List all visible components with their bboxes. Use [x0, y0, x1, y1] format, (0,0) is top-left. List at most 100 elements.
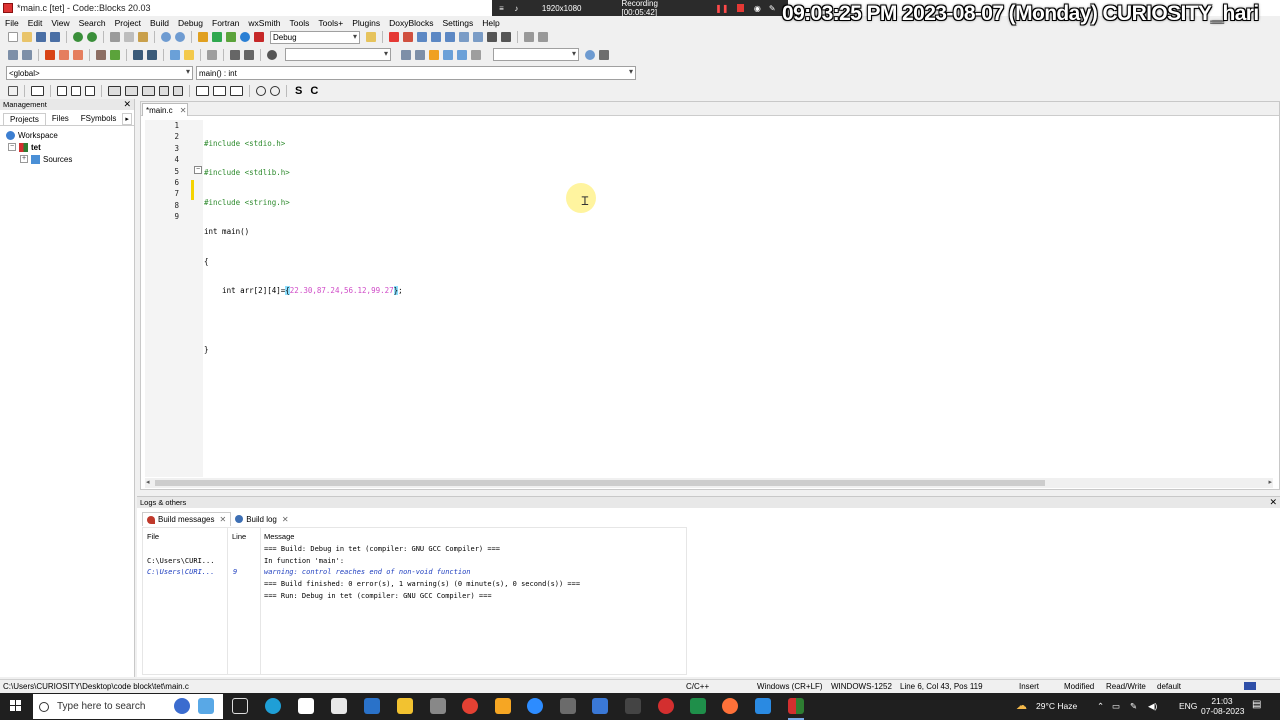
record-macro-icon[interactable]: [267, 49, 277, 60]
code-text[interactable]: #include <stdio.h> #include <stdlib.h> #…: [204, 120, 403, 403]
code-search-input[interactable]: [493, 48, 579, 61]
paste-icon[interactable]: [138, 32, 148, 42]
match-case-icon[interactable]: [457, 49, 467, 60]
tab-build-log[interactable]: Build log ✕: [231, 512, 292, 526]
cut-icon[interactable]: [110, 32, 120, 42]
step-into-icon[interactable]: [431, 32, 441, 42]
notification-icon[interactable]: ▤: [1252, 699, 1261, 710]
edge-icon[interactable]: [265, 698, 281, 714]
search-prev-icon[interactable]: [401, 49, 411, 60]
next-line-icon[interactable]: [417, 32, 427, 42]
tab-projects[interactable]: Projects: [3, 113, 46, 125]
build-icon[interactable]: [198, 32, 208, 42]
save-all-icon[interactable]: [50, 32, 60, 42]
replace-icon[interactable]: [175, 32, 185, 42]
menu-plugins[interactable]: Plugins: [352, 18, 380, 28]
camera-icon[interactable]: ◉: [754, 4, 761, 13]
menu-project[interactable]: Project: [115, 18, 141, 28]
align-c-icon[interactable]: [230, 85, 243, 96]
language-indicator[interactable]: ENG: [1179, 701, 1197, 711]
audio-icon[interactable]: ♪: [511, 4, 522, 13]
file-explorer-icon[interactable]: [397, 698, 413, 714]
fortran-icon[interactable]: [230, 49, 240, 60]
incremental-search-input[interactable]: [285, 48, 391, 61]
menu-build[interactable]: Build: [150, 18, 169, 28]
menu-file[interactable]: File: [5, 18, 19, 28]
close-tab-icon[interactable]: ✕: [282, 515, 289, 524]
build-run-icon[interactable]: [226, 32, 236, 42]
prev-bookmark-icon[interactable]: [59, 49, 69, 60]
table-row[interactable]: In function 'main':: [264, 557, 344, 565]
pen-app-icon[interactable]: [198, 698, 214, 714]
uncomment-icon[interactable]: [147, 49, 157, 60]
stop-icon[interactable]: [736, 4, 744, 12]
table-row[interactable]: warning: control reaches end of non-void…: [264, 568, 471, 576]
tab-scroll-icon[interactable]: ▸: [122, 113, 132, 125]
mail-icon[interactable]: [364, 698, 380, 714]
abort-icon[interactable]: [254, 32, 264, 42]
cortana-icon[interactable]: [174, 698, 190, 714]
symbol-tool-icon[interactable]: [207, 49, 217, 60]
menu-search[interactable]: Search: [79, 18, 106, 28]
various-info-icon[interactable]: [538, 32, 548, 42]
pointer-icon[interactable]: [8, 85, 18, 96]
xbox-icon[interactable]: [625, 698, 641, 714]
search-next-icon[interactable]: [415, 49, 425, 60]
open-file-icon[interactable]: [22, 32, 32, 42]
chrome-icon[interactable]: [462, 698, 478, 714]
run-to-cursor-icon[interactable]: [403, 32, 413, 42]
search-icon[interactable]: [585, 49, 595, 60]
menu-settings[interactable]: Settings: [443, 18, 474, 28]
editor-tab-main-c[interactable]: *main.c ✕: [142, 103, 188, 116]
scope-select[interactable]: <global>: [6, 66, 193, 80]
tree-item-sources[interactable]: + Sources: [0, 153, 134, 165]
volume-icon[interactable]: ◀): [1148, 701, 1157, 712]
layout-c-icon[interactable]: [142, 85, 155, 96]
close-tab-icon[interactable]: ✕: [219, 515, 226, 524]
zoom-out-icon[interactable]: [270, 85, 280, 96]
stop-debugger-icon[interactable]: [501, 32, 511, 42]
pen-icon[interactable]: ✎: [769, 4, 776, 13]
find-icon[interactable]: [161, 32, 171, 42]
align-a-icon[interactable]: [196, 85, 209, 96]
build-target-select[interactable]: Debug: [270, 30, 360, 44]
copy-icon[interactable]: [124, 32, 134, 42]
table-row[interactable]: === Build finished: 0 error(s), 1 warnin…: [264, 580, 580, 588]
build-file-icon[interactable]: [110, 49, 120, 60]
table-row-line[interactable]: 9: [233, 568, 237, 576]
notes-icon[interactable]: [495, 698, 511, 714]
layout-d-icon[interactable]: [159, 85, 169, 96]
menu-tools-plus[interactable]: Tools+: [318, 18, 343, 28]
doxy-wizard-icon[interactable]: [170, 49, 180, 60]
camera-app-icon[interactable]: [298, 698, 314, 714]
hamburger-icon[interactable]: ≡: [496, 4, 507, 13]
recorder-app-icon[interactable]: [658, 698, 674, 714]
scrollbar-thumb[interactable]: [155, 480, 1045, 486]
close-tab-icon[interactable]: ✕: [180, 106, 187, 115]
horizontal-scrollbar[interactable]: ◂ ▸: [145, 478, 1273, 488]
expand-icon[interactable]: +: [20, 155, 28, 163]
firefox-icon[interactable]: [722, 698, 738, 714]
toggle-bookmark-icon[interactable]: [45, 49, 55, 60]
dialog-icon[interactable]: [57, 85, 67, 96]
chevron-up-icon[interactable]: ⌃: [1097, 701, 1104, 712]
compile-file-icon[interactable]: [96, 49, 106, 60]
doxy-help-icon[interactable]: [184, 49, 194, 60]
new-file-icon[interactable]: [8, 32, 18, 42]
scroll-left-icon[interactable]: ◂: [146, 478, 150, 486]
save-icon[interactable]: [36, 32, 46, 42]
wrench-icon[interactable]: [599, 49, 609, 60]
ide-icon[interactable]: [592, 698, 608, 714]
table-row-file[interactable]: C:\Users\CURI...: [147, 557, 214, 565]
highlight-icon[interactable]: [429, 49, 439, 60]
zoom-icon[interactable]: [527, 698, 543, 714]
table-row-file[interactable]: C:\Users\CURI...: [147, 568, 214, 576]
tab-files[interactable]: Files: [46, 113, 75, 125]
store-icon[interactable]: [331, 698, 347, 714]
comment-icon[interactable]: [133, 49, 143, 60]
sizer-icon[interactable]: [85, 85, 95, 96]
vscode-icon[interactable]: [755, 698, 771, 714]
scroll-right-icon[interactable]: ▸: [1268, 478, 1272, 486]
step-into-instruction-icon[interactable]: [473, 32, 483, 42]
tree-item-workspace[interactable]: Workspace: [0, 129, 134, 141]
